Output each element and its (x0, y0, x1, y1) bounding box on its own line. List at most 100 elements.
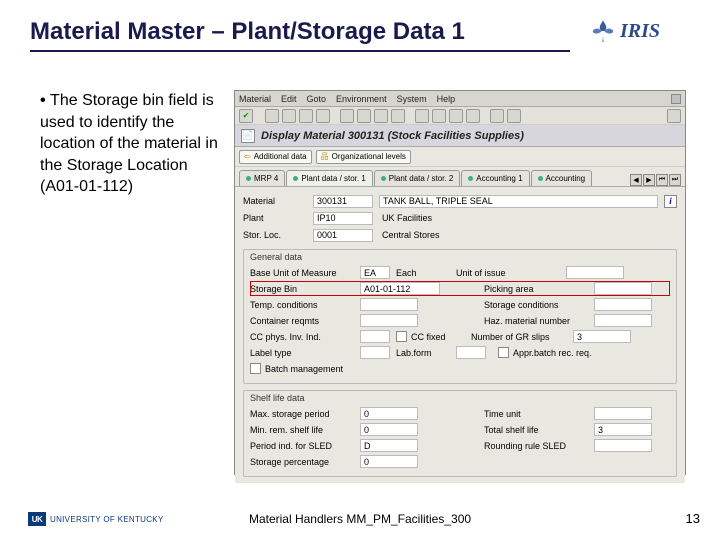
hierarchy-icon: 品 (321, 151, 329, 162)
toolbar-btn[interactable] (391, 109, 405, 123)
sap-logo-icon (671, 94, 681, 104)
base-uom-field[interactable]: EA (360, 266, 390, 279)
org-levels-button[interactable]: 品 Organizational levels (316, 150, 411, 164)
tab-active-icon (293, 176, 298, 181)
menu-material[interactable]: Material (239, 94, 271, 104)
row-min-shelf: Min. rem. shelf life 0 Total shelf life … (250, 422, 670, 437)
menu-edit[interactable]: Edit (281, 94, 297, 104)
row-period-sled: Period ind. for SLED D Rounding rule SLE… (250, 438, 670, 453)
document-icon: 📄 (241, 129, 255, 143)
toolbar-btn[interactable] (299, 109, 313, 123)
row-base-uom: Base Unit of Measure EA Each Unit of iss… (250, 265, 670, 280)
additional-data-button[interactable]: ⇦ Additional data (239, 150, 312, 164)
storage-bin-field[interactable]: A01-01-112 (360, 282, 440, 295)
gr-slips-field[interactable]: 3 (573, 330, 631, 343)
cc-fixed-checkbox[interactable] (396, 331, 407, 342)
toolbar-btn[interactable] (432, 109, 446, 123)
tab-first-icon[interactable]: ⏮ (656, 174, 668, 186)
iris-logo-text: IRIS (620, 20, 660, 43)
toolbar-btn[interactable] (357, 109, 371, 123)
toolbar-btn[interactable] (507, 109, 521, 123)
plant-field[interactable]: IP10 (313, 212, 373, 225)
tab-mrp4[interactable]: MRP 4 (239, 170, 285, 186)
header-row-plant: Plant IP10 UK Facilities (243, 210, 677, 226)
group-general-data: General data Base Unit of Measure EA Eac… (243, 249, 677, 384)
sap-menubar: Material Edit Goto Environment System He… (235, 91, 685, 107)
toolbar-btn[interactable] (316, 109, 330, 123)
group-title: Shelf life data (250, 393, 670, 403)
sap-body: Material 300131 TANK BALL, TRIPLE SEAL i… (235, 187, 685, 483)
time-unit-field[interactable] (594, 407, 652, 420)
max-storage-field[interactable]: 0 (360, 407, 418, 420)
info-icon[interactable]: i (664, 195, 677, 208)
batch-mgmt-checkbox[interactable] (250, 363, 261, 374)
tab-accounting-1[interactable]: Accounting 1 (461, 170, 529, 186)
row-temp-cond: Temp. conditions Storage conditions (250, 297, 670, 312)
row-max-storage: Max. storage period 0 Time unit (250, 406, 670, 421)
sap-title-bar: 📄 Display Material 300131 (Stock Facilit… (235, 125, 685, 147)
toolbar-btn[interactable] (490, 109, 504, 123)
iris-flower-icon (590, 18, 616, 44)
label-storloc: Stor. Loc. (243, 230, 313, 240)
iris-logo: IRIS (590, 14, 690, 48)
menu-system[interactable]: System (397, 94, 427, 104)
tab-last-icon[interactable]: ⏭ (669, 174, 681, 186)
storage-pct-field[interactable]: 0 (360, 455, 418, 468)
toolbar-btn[interactable] (265, 109, 279, 123)
storloc-field[interactable]: 0001 (313, 229, 373, 242)
toolbar-btn[interactable] (340, 109, 354, 123)
row-batch-mgmt: Batch management (250, 361, 670, 376)
tab-accounting[interactable]: Accounting (531, 170, 593, 186)
temp-cond-field[interactable] (360, 298, 418, 311)
sap-window: Material Edit Goto Environment System He… (234, 90, 686, 475)
bullet-text: The Storage bin field is used to identif… (40, 90, 220, 198)
total-shelf-field[interactable]: 3 (594, 423, 652, 436)
sap-app-toolbar: ⇦ Additional data 品 Organizational level… (235, 147, 685, 167)
material-desc: TANK BALL, TRIPLE SEAL (379, 195, 658, 208)
group-shelf-life: Shelf life data Max. storage period 0 Ti… (243, 390, 677, 477)
header-row-material: Material 300131 TANK BALL, TRIPLE SEAL i (243, 193, 677, 209)
rounding-sled-field[interactable] (594, 439, 652, 452)
appr-batch-checkbox[interactable] (498, 347, 509, 358)
group-title: General data (250, 252, 670, 262)
menu-goto[interactable]: Goto (307, 94, 327, 104)
slide: Material Master – Plant/Storage Data 1 I… (0, 0, 720, 540)
toolbar-check-icon[interactable]: ✔ (239, 109, 253, 123)
cc-phys-field[interactable] (360, 330, 390, 343)
material-field[interactable]: 300131 (313, 195, 373, 208)
tab-plant-stor-1[interactable]: Plant data / stor. 1 (286, 170, 372, 186)
storage-cond-field[interactable] (594, 298, 652, 311)
label-type-field[interactable] (360, 346, 390, 359)
toolbar-btn[interactable] (449, 109, 463, 123)
tab-prev-icon[interactable]: ◀ (630, 174, 642, 186)
unit-issue-field[interactable] (566, 266, 624, 279)
menu-environment[interactable]: Environment (336, 94, 387, 104)
slide-footer: UK UNIVERSITY OF KENTUCKY Material Handl… (0, 510, 720, 532)
min-shelf-field[interactable]: 0 (360, 423, 418, 436)
uk-logo-box: UK (28, 512, 46, 526)
toolbar-btn[interactable] (667, 109, 681, 123)
picking-area-field[interactable] (594, 282, 652, 295)
uk-logo-text: UNIVERSITY OF KENTUCKY (50, 515, 164, 524)
toolbar-btn[interactable] (282, 109, 296, 123)
toolbar-btn[interactable] (374, 109, 388, 123)
storloc-desc: Central Stores (379, 229, 677, 242)
lab-form-field[interactable] (456, 346, 486, 359)
container-field[interactable] (360, 314, 418, 327)
toolbar-btn[interactable] (415, 109, 429, 123)
toolbar-btn[interactable] (466, 109, 480, 123)
row-storage-bin: Storage Bin A01-01-112 Picking area (250, 281, 670, 296)
slide-header: Material Master – Plant/Storage Data 1 I… (30, 18, 690, 52)
tab-plant-stor-2[interactable]: Plant data / stor. 2 (374, 170, 460, 186)
sap-window-title: Display Material 300131 (Stock Facilitie… (261, 130, 524, 142)
hazmat-field[interactable] (594, 314, 652, 327)
tab-next-icon[interactable]: ▶ (643, 174, 655, 186)
tab-active-icon (538, 176, 543, 181)
menu-help[interactable]: Help (437, 94, 456, 104)
period-sled-field[interactable]: D (360, 439, 418, 452)
row-container: Container reqmts Haz. material number (250, 313, 670, 328)
row-cc-phys: CC phys. Inv. Ind. CC fixed Number of GR… (250, 329, 670, 344)
slide-title: Material Master – Plant/Storage Data 1 (30, 18, 570, 52)
row-label-type: Label type Lab.form Appr.batch rec. req. (250, 345, 670, 360)
tab-active-icon (246, 176, 251, 181)
